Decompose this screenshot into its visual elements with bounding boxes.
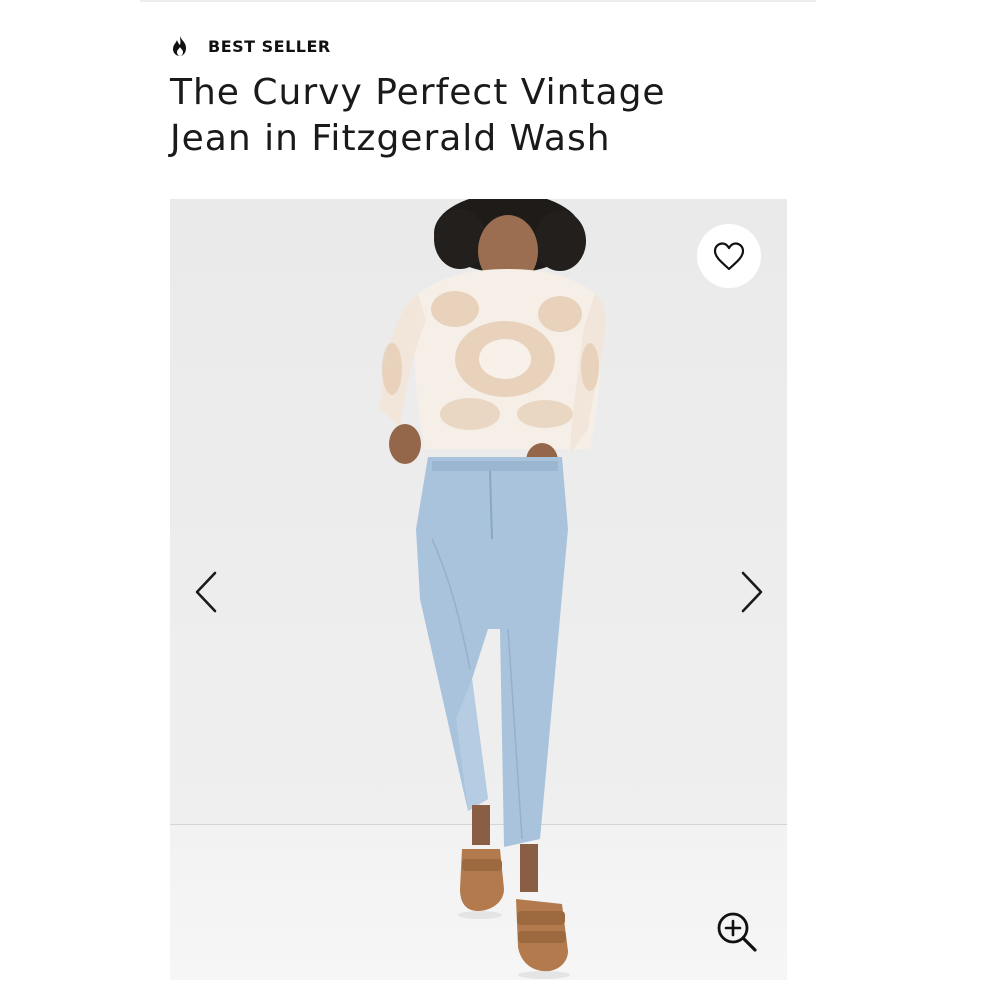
product-photo[interactable]	[170, 199, 787, 980]
chevron-right-icon	[741, 571, 763, 613]
next-image-button[interactable]	[732, 569, 772, 615]
wishlist-button[interactable]	[697, 224, 761, 288]
zoom-button[interactable]	[714, 909, 760, 955]
chevron-left-icon	[195, 571, 217, 613]
product-page: BEST SELLER The Curvy Perfect Vintage Je…	[0, 0, 1000, 1000]
flame-icon	[173, 36, 186, 56]
badge-label: BEST SELLER	[208, 36, 331, 56]
product-title: The Curvy Perfect Vintage Jean in Fitzge…	[170, 70, 770, 162]
previous-image-button[interactable]	[186, 569, 226, 615]
best-seller-badge: BEST SELLER	[170, 34, 331, 58]
zoom-in-icon	[717, 912, 757, 952]
heart-outline-icon	[713, 242, 745, 271]
product-image-gallery[interactable]	[170, 199, 787, 980]
product-title-line-2: Jean in Fitzgerald Wash	[170, 118, 611, 159]
product-title-line-1: The Curvy Perfect Vintage	[170, 72, 666, 113]
